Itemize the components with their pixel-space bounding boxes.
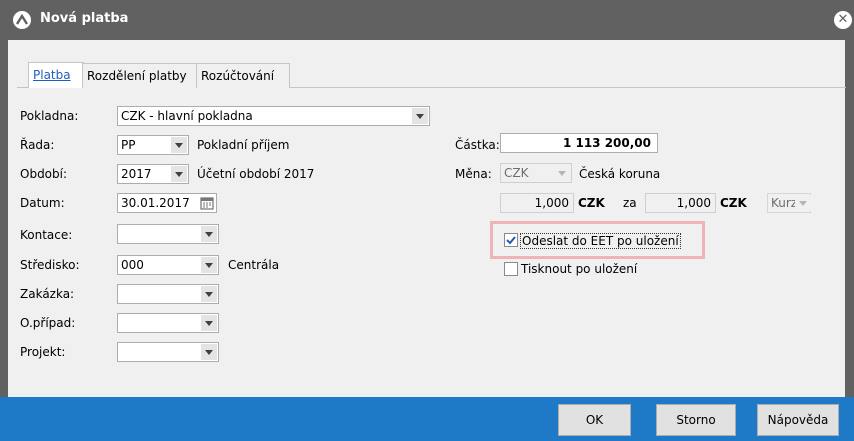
obdobi-value: 2017 bbox=[121, 167, 152, 181]
window-border-left bbox=[0, 40, 8, 441]
rate-right-input[interactable]: 1,000 bbox=[645, 193, 716, 213]
kontace-label: Kontace: bbox=[20, 228, 73, 242]
mena-dropdown-icon[interactable] bbox=[554, 165, 570, 181]
app-logo-icon bbox=[13, 11, 31, 29]
stredisko-description: Centrála bbox=[228, 258, 280, 272]
castka-input[interactable]: 1 113 200,00 bbox=[500, 133, 658, 153]
rate-right-currency: CZK bbox=[720, 196, 747, 210]
datum-label: Datum: bbox=[20, 196, 65, 210]
close-icon[interactable]: ✕ bbox=[834, 11, 852, 29]
ok-button[interactable]: OK bbox=[558, 404, 631, 436]
kurz-label: Kurz bbox=[771, 196, 798, 210]
print-checkbox[interactable] bbox=[504, 262, 518, 276]
eet-label[interactable]: Odeslat do EET po uložení bbox=[520, 233, 681, 249]
pokladna-value: CZK - hlavní pokladna bbox=[121, 109, 253, 123]
rada-description: Pokladní příjem bbox=[197, 138, 290, 152]
napoveda-button[interactable]: Nápověda bbox=[757, 404, 839, 436]
pokladna-select[interactable]: CZK - hlavní pokladna bbox=[117, 106, 430, 126]
kontace-dropdown-icon[interactable] bbox=[201, 226, 217, 242]
projekt-label: Projekt: bbox=[20, 345, 66, 359]
mena-value: CZK bbox=[504, 166, 529, 180]
calendar-icon[interactable] bbox=[200, 196, 214, 210]
mena-label: Měna: bbox=[455, 167, 492, 181]
rada-value: PP bbox=[121, 138, 136, 152]
obdobi-label: Období: bbox=[20, 167, 68, 181]
tab-rozdeleni-platby[interactable]: Rozdělení platby bbox=[82, 63, 198, 88]
kurz-dropdown-icon[interactable] bbox=[795, 195, 811, 211]
projekt-dropdown-icon[interactable] bbox=[201, 344, 217, 360]
pokladna-dropdown-icon[interactable] bbox=[412, 108, 428, 124]
eet-checkbox[interactable] bbox=[504, 233, 518, 247]
rate-left-value: 1,000 bbox=[534, 196, 569, 210]
obdobi-description: Účetní období 2017 bbox=[197, 167, 315, 181]
storno-button[interactable]: Storno bbox=[656, 404, 736, 436]
pokladna-label: Pokladna: bbox=[20, 109, 79, 123]
stredisko-value: 000 bbox=[121, 258, 144, 272]
mena-description: Česká koruna bbox=[579, 167, 661, 181]
window-border-right bbox=[845, 40, 854, 441]
zakazka-label: Zakázka: bbox=[20, 287, 75, 301]
print-label[interactable]: Tisknout po uložení bbox=[521, 262, 637, 276]
rada-dropdown-icon[interactable] bbox=[171, 137, 187, 153]
tab-platba[interactable]: Platba bbox=[28, 62, 84, 88]
tab-rozuctovani[interactable]: Rozúčtování bbox=[196, 63, 290, 88]
rate-za-label: za bbox=[623, 196, 637, 210]
rate-left-input[interactable]: 1,000 bbox=[500, 193, 574, 213]
rate-right-value: 1,000 bbox=[676, 196, 711, 210]
rada-label: Řada: bbox=[20, 138, 55, 152]
stredisko-dropdown-icon[interactable] bbox=[201, 257, 217, 273]
stredisko-label: Středisko: bbox=[20, 258, 80, 272]
tab-platba-label: Platba bbox=[33, 68, 71, 82]
opripad-dropdown-icon[interactable] bbox=[201, 315, 217, 331]
datum-value: 30.01.2017 bbox=[121, 196, 190, 210]
castka-value: 1 113 200,00 bbox=[562, 136, 651, 150]
rate-left-currency: CZK bbox=[578, 196, 605, 210]
window-title: Nová platba bbox=[40, 11, 129, 26]
opripad-label: O.případ: bbox=[20, 316, 76, 330]
castka-label: Částka: bbox=[455, 138, 500, 152]
zakazka-dropdown-icon[interactable] bbox=[201, 286, 217, 302]
obdobi-dropdown-icon[interactable] bbox=[171, 166, 187, 182]
